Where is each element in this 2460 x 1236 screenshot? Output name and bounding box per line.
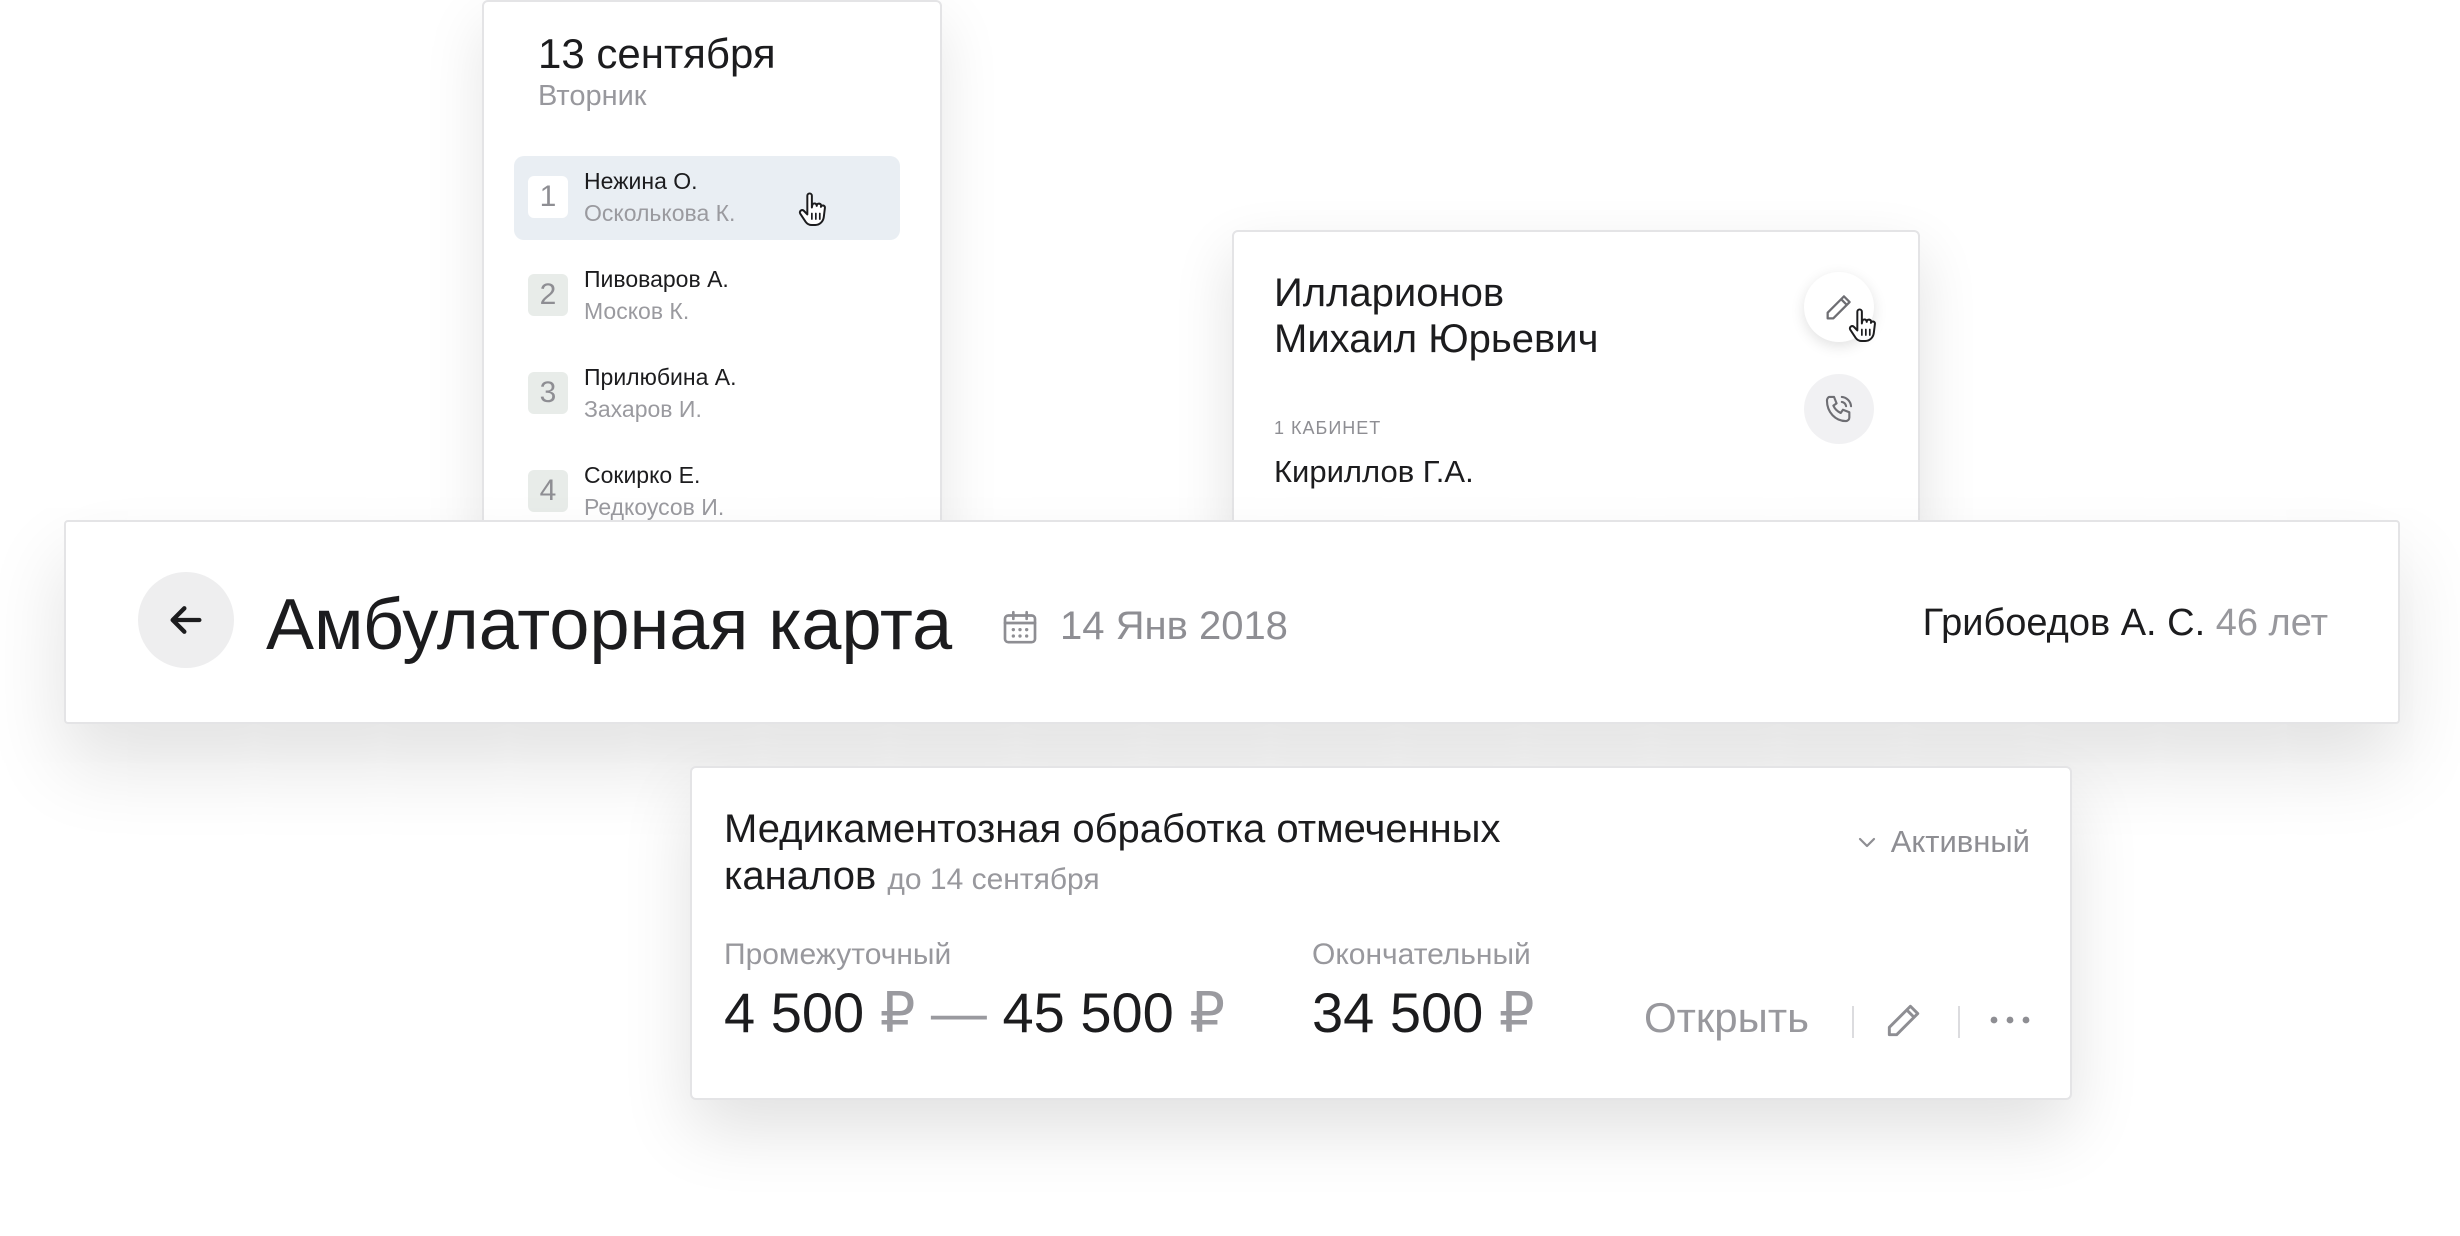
schedule-item-doctor: Осколькова К. — [584, 200, 736, 226]
open-button[interactable]: Открыть — [1644, 994, 1809, 1042]
calendar-icon — [1003, 610, 1037, 644]
currency-sign: ₽ — [1498, 981, 1535, 1044]
doctor-last-name: Илларионов — [1274, 271, 1505, 315]
schedule-item-1[interactable]: 1 Нежина О. Осколькова К. — [514, 156, 900, 240]
treatment-due-date: до 14 сентября — [887, 863, 1100, 896]
divider — [1852, 1006, 1854, 1038]
schedule-item-doctor: Редкоусов И. — [584, 494, 725, 520]
phone-icon — [1825, 395, 1853, 423]
patient-name: Грибоедов А. С. — [1922, 602, 2206, 644]
doctor-first-name: Михаил Юрьевич — [1274, 317, 1599, 361]
page-title: Амбулаторная карта — [266, 585, 953, 665]
schedule-item-patient: Пивоваров А. — [584, 266, 729, 292]
final-value: 34 500 — [1312, 981, 1484, 1044]
schedule-item-patient: Сокирко Е. — [584, 462, 701, 488]
schedule-popover: 13 сентября Вторник 1 Нежина О. Осколько… — [482, 0, 942, 548]
treatment-name: Медикаментозная обработка отмеченных кан… — [724, 807, 1501, 898]
treatment-title: Медикаментозная обработка отмеченных кан… — [724, 806, 1624, 903]
record-date[interactable]: 14 Янв 2018 — [1060, 604, 1288, 649]
schedule-item-2[interactable]: 2 Пивоваров А. Москов К. — [514, 254, 900, 338]
back-button[interactable] — [138, 572, 234, 668]
hand-pointer-icon — [798, 192, 826, 227]
call-doctor-button[interactable] — [1804, 374, 1874, 444]
status-dropdown[interactable]: Активный — [1855, 824, 2030, 860]
schedule-item-doctor: Москов К. — [584, 298, 690, 324]
intermediate-label: Промежуточный — [724, 938, 952, 971]
range-dash: — — [930, 981, 987, 1044]
schedule-item-number: 4 — [528, 470, 568, 512]
schedule-item-3[interactable]: 3 Прилюбина А. Захаров И. — [514, 352, 900, 436]
divider — [1958, 1006, 1960, 1038]
status-label: Активный — [1890, 824, 2030, 859]
patient-info: Грибоедов А. С. 46 лет — [1923, 602, 2328, 645]
intermediate-to: 45 500 — [1002, 981, 1174, 1044]
schedule-item-patient: Нежина О. — [584, 168, 698, 194]
schedule-item-patient: Прилюбина А. — [584, 364, 737, 390]
edit-doctor-button[interactable] — [1804, 272, 1876, 343]
chevron-down-icon — [1858, 837, 1875, 848]
arrow-left-icon — [170, 606, 202, 634]
currency-sign: ₽ — [879, 981, 916, 1044]
room-doctor: Кириллов Г.А. — [1274, 454, 1474, 489]
intermediate-price: 4 500 ₽ — 45 500 ₽ — [724, 980, 1225, 1046]
patient-age: 46 лет — [2215, 602, 2328, 644]
schedule-weekday: Вторник — [538, 80, 647, 112]
intermediate-from: 4 500 — [724, 981, 865, 1044]
schedule-date: 13 сентября — [538, 30, 776, 77]
currency-sign: ₽ — [1189, 981, 1225, 1044]
schedule-item-number: 1 — [528, 176, 568, 218]
doctor-card: Илларионов Михаил Юрьевич 1 КАБИНЕТ Кири… — [1232, 230, 1920, 542]
doctor-name: Илларионов Михаил Юрьевич — [1274, 270, 1598, 362]
room-label: 1 КАБИНЕТ — [1274, 418, 1382, 438]
treatment-card: Медикаментозная обработка отмеченных кан… — [690, 766, 2072, 1100]
schedule-item-number: 2 — [528, 274, 568, 316]
schedule-item-doctor: Захаров И. — [584, 396, 702, 422]
pencil-icon[interactable] — [1882, 998, 1926, 1042]
more-horizontal-icon[interactable] — [1988, 1010, 2032, 1030]
hand-pointer-icon — [1848, 308, 1876, 343]
final-label: Окончательный — [1312, 938, 1531, 971]
schedule-item-number: 3 — [528, 372, 568, 414]
page-header: Амбулаторная карта 14 Янв 2018 Грибоедов… — [64, 520, 2400, 724]
final-price: 34 500 ₽ — [1312, 980, 1534, 1046]
